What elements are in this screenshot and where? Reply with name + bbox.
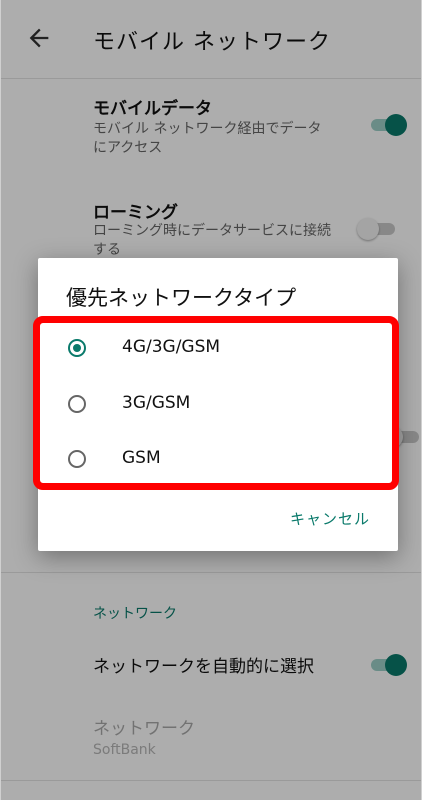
option-label: 3G/GSM — [122, 393, 191, 413]
radio-selected-icon[interactable] — [68, 339, 86, 357]
option-4g-3g-gsm[interactable]: 4G/3G/GSM — [38, 324, 398, 376]
option-gsm[interactable]: GSM — [38, 435, 398, 487]
cancel-button[interactable]: キャンセル — [290, 508, 370, 529]
option-label: 4G/3G/GSM — [122, 337, 221, 357]
radio-unselected-icon[interactable] — [68, 450, 86, 468]
option-label: GSM — [122, 448, 161, 468]
preferred-network-dialog: 優先ネットワークタイプ 4G/3G/GSM 3G/GSM GSM キャンセル — [38, 258, 398, 551]
option-3g-gsm[interactable]: 3G/GSM — [38, 380, 398, 432]
screen: モバイル ネットワーク モバイルデータ モバイル ネットワーク経由でデータにアク… — [0, 0, 422, 800]
dialog-title: 優先ネットワークタイプ — [66, 286, 297, 310]
radio-unselected-icon[interactable] — [68, 395, 86, 413]
